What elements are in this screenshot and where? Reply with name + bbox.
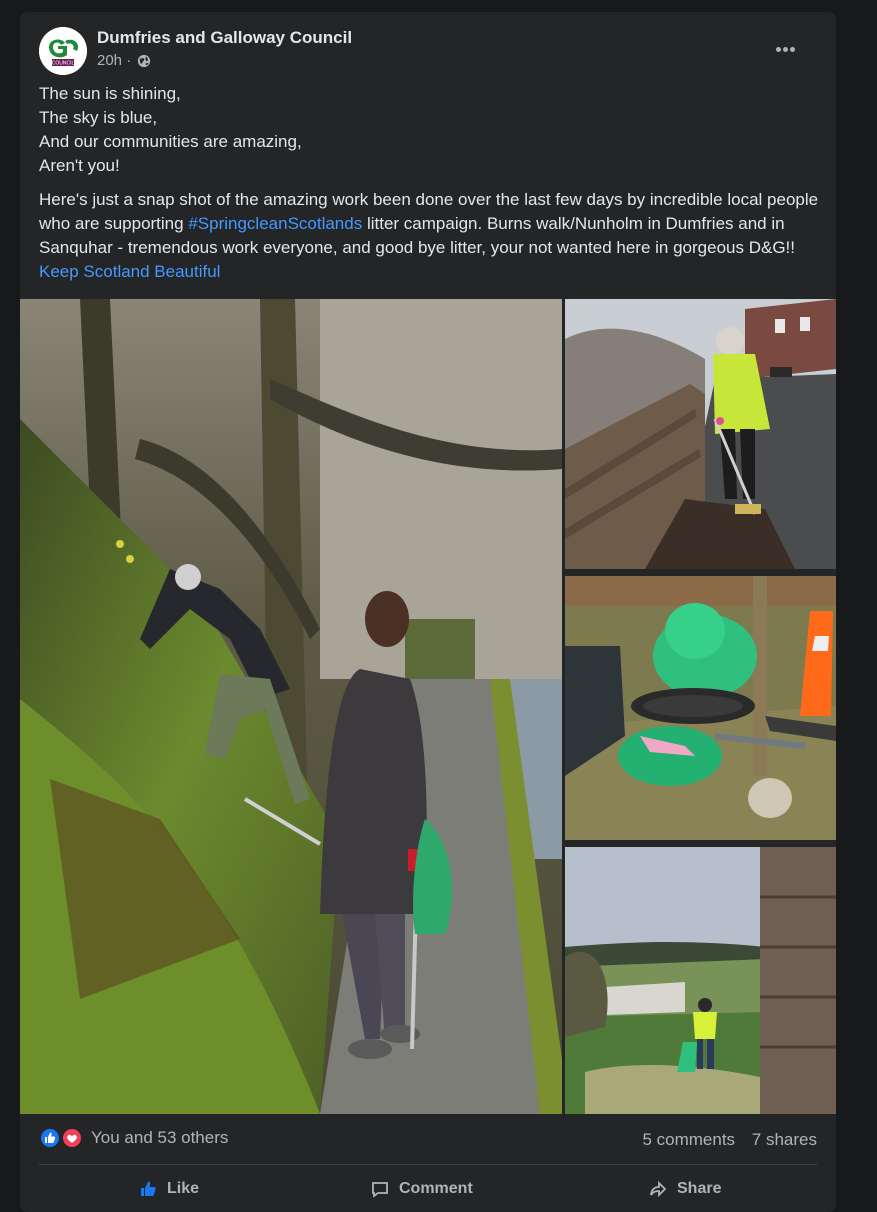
comment-icon — [372, 1182, 388, 1198]
globe-icon — [138, 54, 151, 68]
post-meta: 20h · — [97, 52, 151, 69]
meta-separator: · — [126, 52, 132, 69]
like-label: Like — [167, 1180, 200, 1198]
reaction-icons[interactable] — [39, 1127, 85, 1149]
post-text: The sun is shining, The sky is blue, And… — [39, 82, 824, 284]
engagement-counts: 5 comments 7 shares — [630, 1130, 817, 1150]
post-header: COUNCIL Dumfries and Galloway Council 20… — [39, 27, 817, 79]
post-description: Here's just a snap shot of the amazing w… — [39, 188, 824, 284]
page-avatar[interactable]: COUNCIL — [39, 27, 87, 75]
photo-bottom-right-image — [565, 847, 836, 1114]
comment-label: Comment — [399, 1180, 473, 1198]
thumbs-up-icon — [141, 1181, 156, 1196]
comment-button[interactable]: Comment — [371, 1180, 473, 1198]
photo-grid — [20, 299, 836, 1114]
mention-link[interactable]: Keep Scotland Beautiful — [39, 262, 220, 281]
shares-count[interactable]: 7 shares — [752, 1130, 817, 1149]
reactions-bar: You and 53 others 5 comments 7 shares — [39, 1125, 817, 1153]
more-options-button[interactable] — [775, 39, 807, 55]
like-button[interactable]: Like — [139, 1180, 199, 1198]
share-button[interactable]: Share — [649, 1180, 721, 1198]
avatar-badge-text: COUNCIL — [52, 61, 75, 67]
poem-line: The sky is blue, — [39, 108, 158, 127]
main-photo-image — [20, 299, 562, 1114]
more-dot-icon — [783, 47, 788, 52]
reaction-count[interactable]: You and 53 others — [91, 1128, 228, 1148]
photo-top-right-image — [565, 299, 836, 569]
photo-bottom-right[interactable] — [565, 847, 836, 1114]
share-icon — [650, 1180, 667, 1198]
poem-line: Aren't you! — [39, 156, 120, 175]
divider — [39, 1164, 817, 1165]
photo-middle-right-image — [565, 576, 836, 840]
poem-line: And our communities are amazing, — [39, 132, 302, 151]
poem-line: The sun is shining, — [39, 84, 181, 103]
comments-count[interactable]: 5 comments — [642, 1130, 735, 1149]
council-logo-icon: COUNCIL — [39, 27, 87, 75]
main-photo[interactable] — [20, 299, 562, 1114]
photo-middle-right[interactable] — [565, 576, 836, 840]
hashtag-link[interactable]: #SpringcleanScotlands — [188, 214, 362, 233]
action-bar: Like Comment Share — [39, 1170, 817, 1210]
post-card: COUNCIL Dumfries and Galloway Council 20… — [20, 12, 836, 1212]
more-dot-icon — [790, 47, 795, 52]
like-love-icons — [39, 1127, 83, 1149]
share-label: Share — [677, 1180, 722, 1198]
post-time[interactable]: 20h — [97, 52, 122, 69]
more-dot-icon — [776, 47, 781, 52]
photo-top-right[interactable] — [565, 299, 836, 569]
page-name[interactable]: Dumfries and Galloway Council — [97, 28, 352, 48]
